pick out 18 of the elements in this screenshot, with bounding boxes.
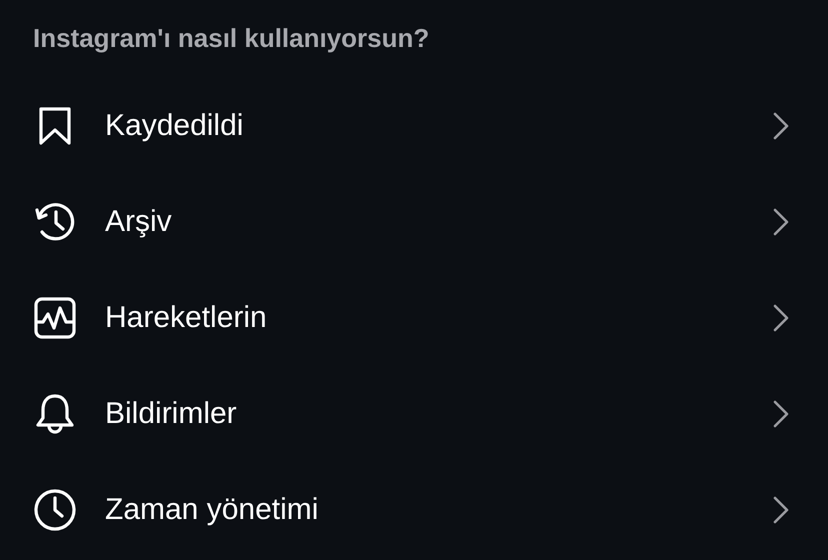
section-title: Instagram'ı nasıl kullanıyorsun? xyxy=(32,22,430,55)
menu-item[interactable]: Kaydedildi xyxy=(0,78,828,174)
chevron-icon xyxy=(772,303,790,333)
menu-item-label: Hareketlerin xyxy=(105,301,268,335)
menu-item[interactable]: Arşiv xyxy=(0,174,828,270)
chevron-icon xyxy=(772,399,790,429)
clock-icon xyxy=(33,488,77,532)
activity-icon xyxy=(33,296,77,340)
chevron-icon xyxy=(772,111,790,141)
chevron-icon xyxy=(772,207,790,237)
menu-item-label: Bildirimler xyxy=(105,397,238,431)
chevron-icon xyxy=(772,495,790,525)
menu-item[interactable]: Hareketlerin xyxy=(0,270,828,366)
menu-item-label: Zaman yönetimi xyxy=(105,493,320,527)
menu-item-label: Kaydedildi xyxy=(105,109,244,143)
menu-item[interactable]: Bildirimler xyxy=(0,366,828,462)
menu-item-label: Arşiv xyxy=(105,205,173,239)
menu-item[interactable]: Zaman yönetimi xyxy=(0,462,828,558)
